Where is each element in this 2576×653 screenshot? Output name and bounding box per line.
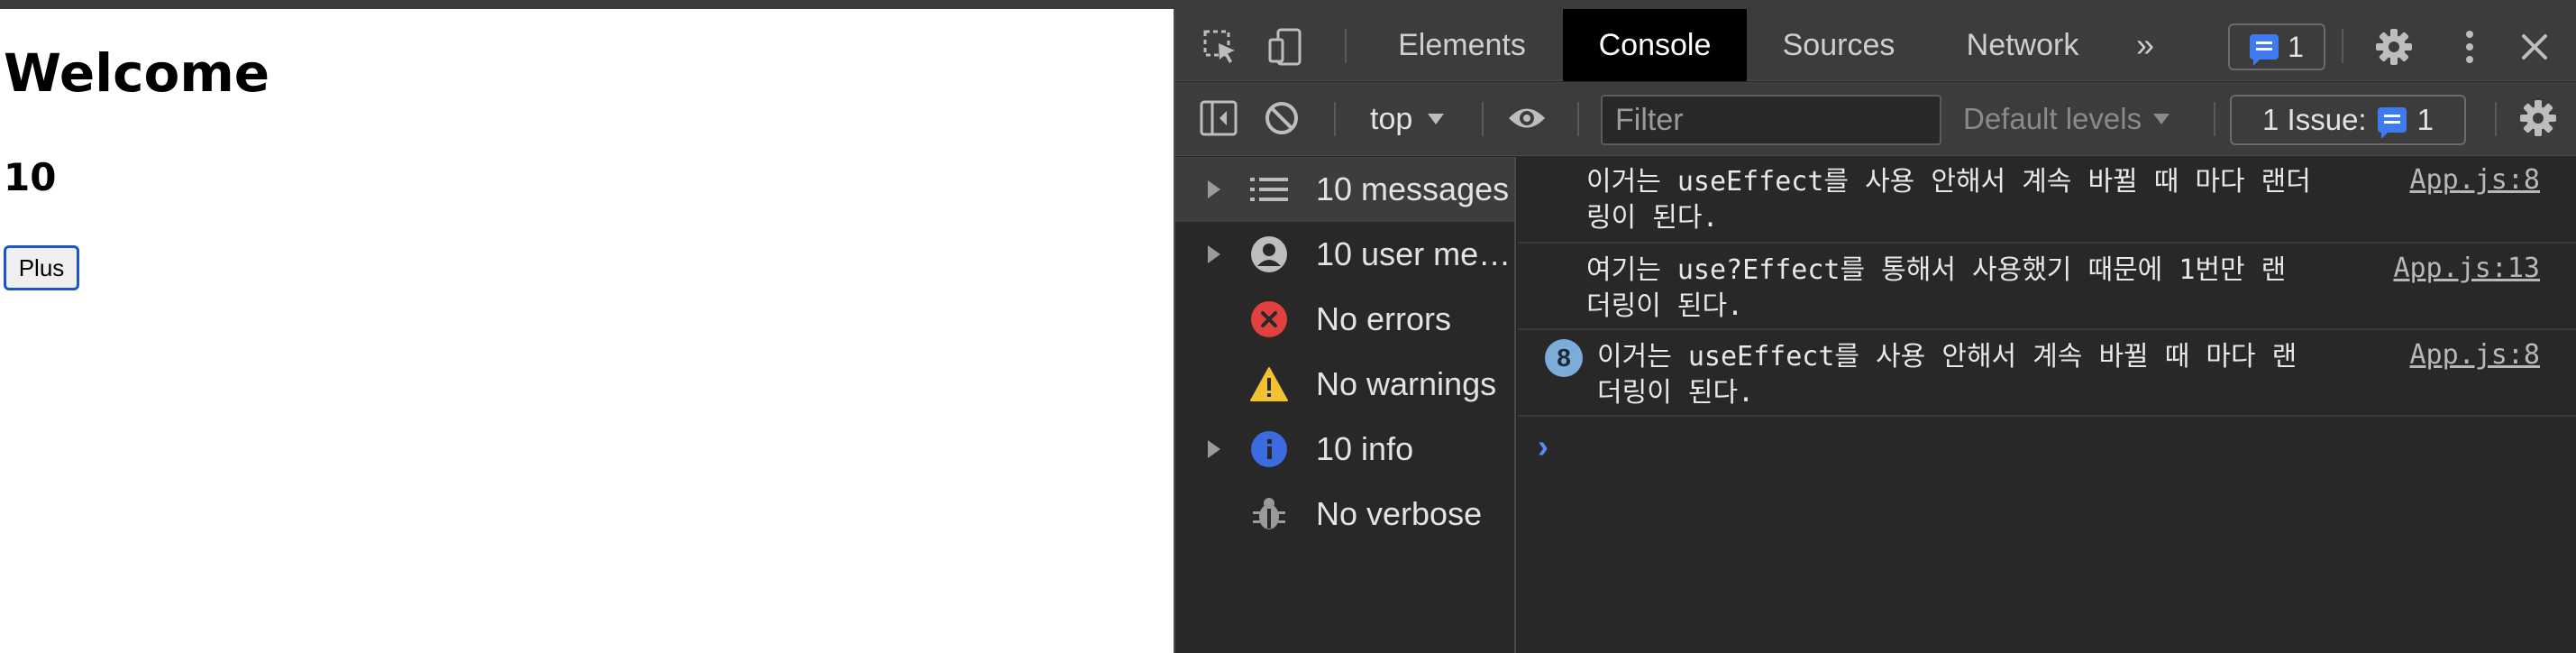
sidebar-item-label: 10 user me… — [1316, 235, 1512, 272]
more-tabs-button[interactable]: » — [2118, 9, 2172, 81]
devtools-tabbar: Elements Console Sources Network » 1 — [1175, 9, 2576, 81]
issues-count: 1 — [2416, 103, 2434, 136]
info-icon — [1249, 429, 1289, 469]
bug-icon — [1249, 494, 1289, 534]
message-icon — [2250, 34, 2279, 66]
tab-network[interactable]: Network — [1941, 9, 2104, 81]
browser-top-strip — [0, 0, 2576, 9]
warning-icon — [1249, 364, 1289, 404]
filter-input[interactable] — [1601, 95, 1941, 145]
clear-console-icon[interactable] — [1262, 98, 1302, 138]
issues-badge-count: 1 — [2288, 30, 2304, 63]
toolbar-separator — [2342, 29, 2343, 63]
page-heading: Welcome — [4, 42, 270, 104]
console-message: 이거는 useEffect를 사용 안해서 계속 바뀔 때 마다 랜더 링이 된… — [1518, 157, 2576, 244]
close-icon[interactable] — [2515, 27, 2554, 67]
sidebar-item-warnings[interactable]: No warnings — [1175, 352, 1514, 417]
console-output: 이거는 useEffect를 사용 안해서 계속 바뀔 때 마다 랜더 링이 된… — [1518, 157, 2576, 653]
list-icon — [1249, 170, 1289, 209]
more-options-icon[interactable] — [2450, 27, 2489, 67]
console-message: 여기는 use?Effect를 통해서 사용했기 때문에 1번만 랜 더링이 된… — [1518, 244, 2576, 330]
expand-arrow-icon — [1208, 440, 1220, 458]
source-link[interactable]: App.js:8 — [2410, 339, 2541, 371]
sidebar-item-label: 10 info — [1316, 430, 1414, 467]
device-toolbar-icon[interactable] — [1265, 27, 1305, 67]
message-text-line1: 여기는 use?Effect를 통해서 사용했기 때문에 1번만 랜 — [1586, 254, 2287, 286]
context-selector[interactable]: top — [1370, 98, 1445, 140]
sidebar-item-label: No verbose — [1316, 495, 1483, 532]
eye-icon[interactable] — [1507, 98, 1547, 138]
message-text-line2: 더링이 된다. — [1597, 377, 1755, 409]
source-link[interactable]: App.js:8 — [2410, 164, 2541, 196]
tab-sources[interactable]: Sources — [1759, 9, 1918, 81]
sidebar-item-info[interactable]: 10 info — [1175, 417, 1514, 482]
issues-badge-button[interactable]: 1 — [2228, 23, 2325, 70]
sidebar-item-messages[interactable]: 10 messages — [1175, 157, 1514, 222]
message-text-line1: 이거는 useEffect를 사용 안해서 계속 바뀔 때 마다 랜 — [1597, 341, 2297, 372]
context-label: top — [1370, 101, 1413, 136]
user-icon — [1249, 235, 1289, 274]
tab-elements[interactable]: Elements — [1379, 9, 1545, 81]
sidebar-toggle-icon[interactable] — [1199, 98, 1238, 138]
toolbar-separator — [1577, 102, 1579, 136]
console-sidebar: 10 messages 10 user me… No errors No war… — [1175, 157, 1516, 653]
chevron-down-icon — [1428, 114, 1445, 124]
console-message-repeated: 8 이거는 useEffect를 사용 안해서 계속 바뀔 때 마다 랜 더링이… — [1518, 330, 2576, 417]
gear-icon[interactable] — [2374, 27, 2414, 67]
sidebar-item-label: No errors — [1316, 300, 1452, 337]
devtools-panel: Elements Console Sources Network » 1 top — [1174, 9, 2576, 653]
toolbar-separator — [1345, 29, 1347, 63]
chevron-down-icon — [2153, 114, 2170, 124]
log-levels-label: Default levels — [1963, 102, 2142, 135]
issues-button[interactable]: 1 Issue: 1 — [2230, 95, 2466, 145]
plus-button[interactable]: Plus — [4, 245, 79, 290]
sidebar-item-errors[interactable]: No errors — [1175, 287, 1514, 352]
error-icon — [1249, 299, 1289, 339]
tab-console[interactable]: Console — [1563, 9, 1747, 81]
message-text-line2: 더링이 된다. — [1586, 290, 1744, 322]
toolbar-separator — [1334, 102, 1336, 136]
expand-arrow-icon — [1208, 245, 1220, 263]
source-link[interactable]: App.js:13 — [2393, 253, 2540, 284]
sidebar-item-label: 10 messages — [1316, 170, 1510, 207]
sidebar-item-user-messages[interactable]: 10 user me… — [1175, 222, 1514, 287]
page-content: Welcome 10 Plus — [0, 9, 1174, 653]
console-prompt-chevron-icon[interactable]: › — [1538, 428, 1548, 465]
console-toolbar: top Default levels 1 Issue: 1 — [1175, 82, 2576, 156]
toolbar-separator — [1482, 102, 1484, 136]
sidebar-item-verbose[interactable]: No verbose — [1175, 482, 1514, 547]
toolbar-separator — [2495, 102, 2497, 136]
message-icon — [2377, 107, 2407, 139]
expand-arrow-icon — [1208, 180, 1220, 198]
message-text-line2: 링이 된다. — [1586, 202, 1719, 234]
repeat-count-badge: 8 — [1545, 339, 1583, 377]
message-text-line1: 이거는 useEffect를 사용 안해서 계속 바뀔 때 마다 랜더 — [1586, 166, 2311, 198]
counter-value: 10 — [4, 155, 57, 199]
inspect-element-icon[interactable] — [1201, 27, 1240, 67]
issues-label: 1 Issue: — [2262, 103, 2367, 136]
console-settings-gear-icon[interactable] — [2518, 98, 2558, 138]
toolbar-separator — [2214, 102, 2215, 136]
sidebar-item-label: No warnings — [1316, 365, 1497, 402]
log-levels-dropdown[interactable]: Default levels — [1963, 98, 2170, 140]
